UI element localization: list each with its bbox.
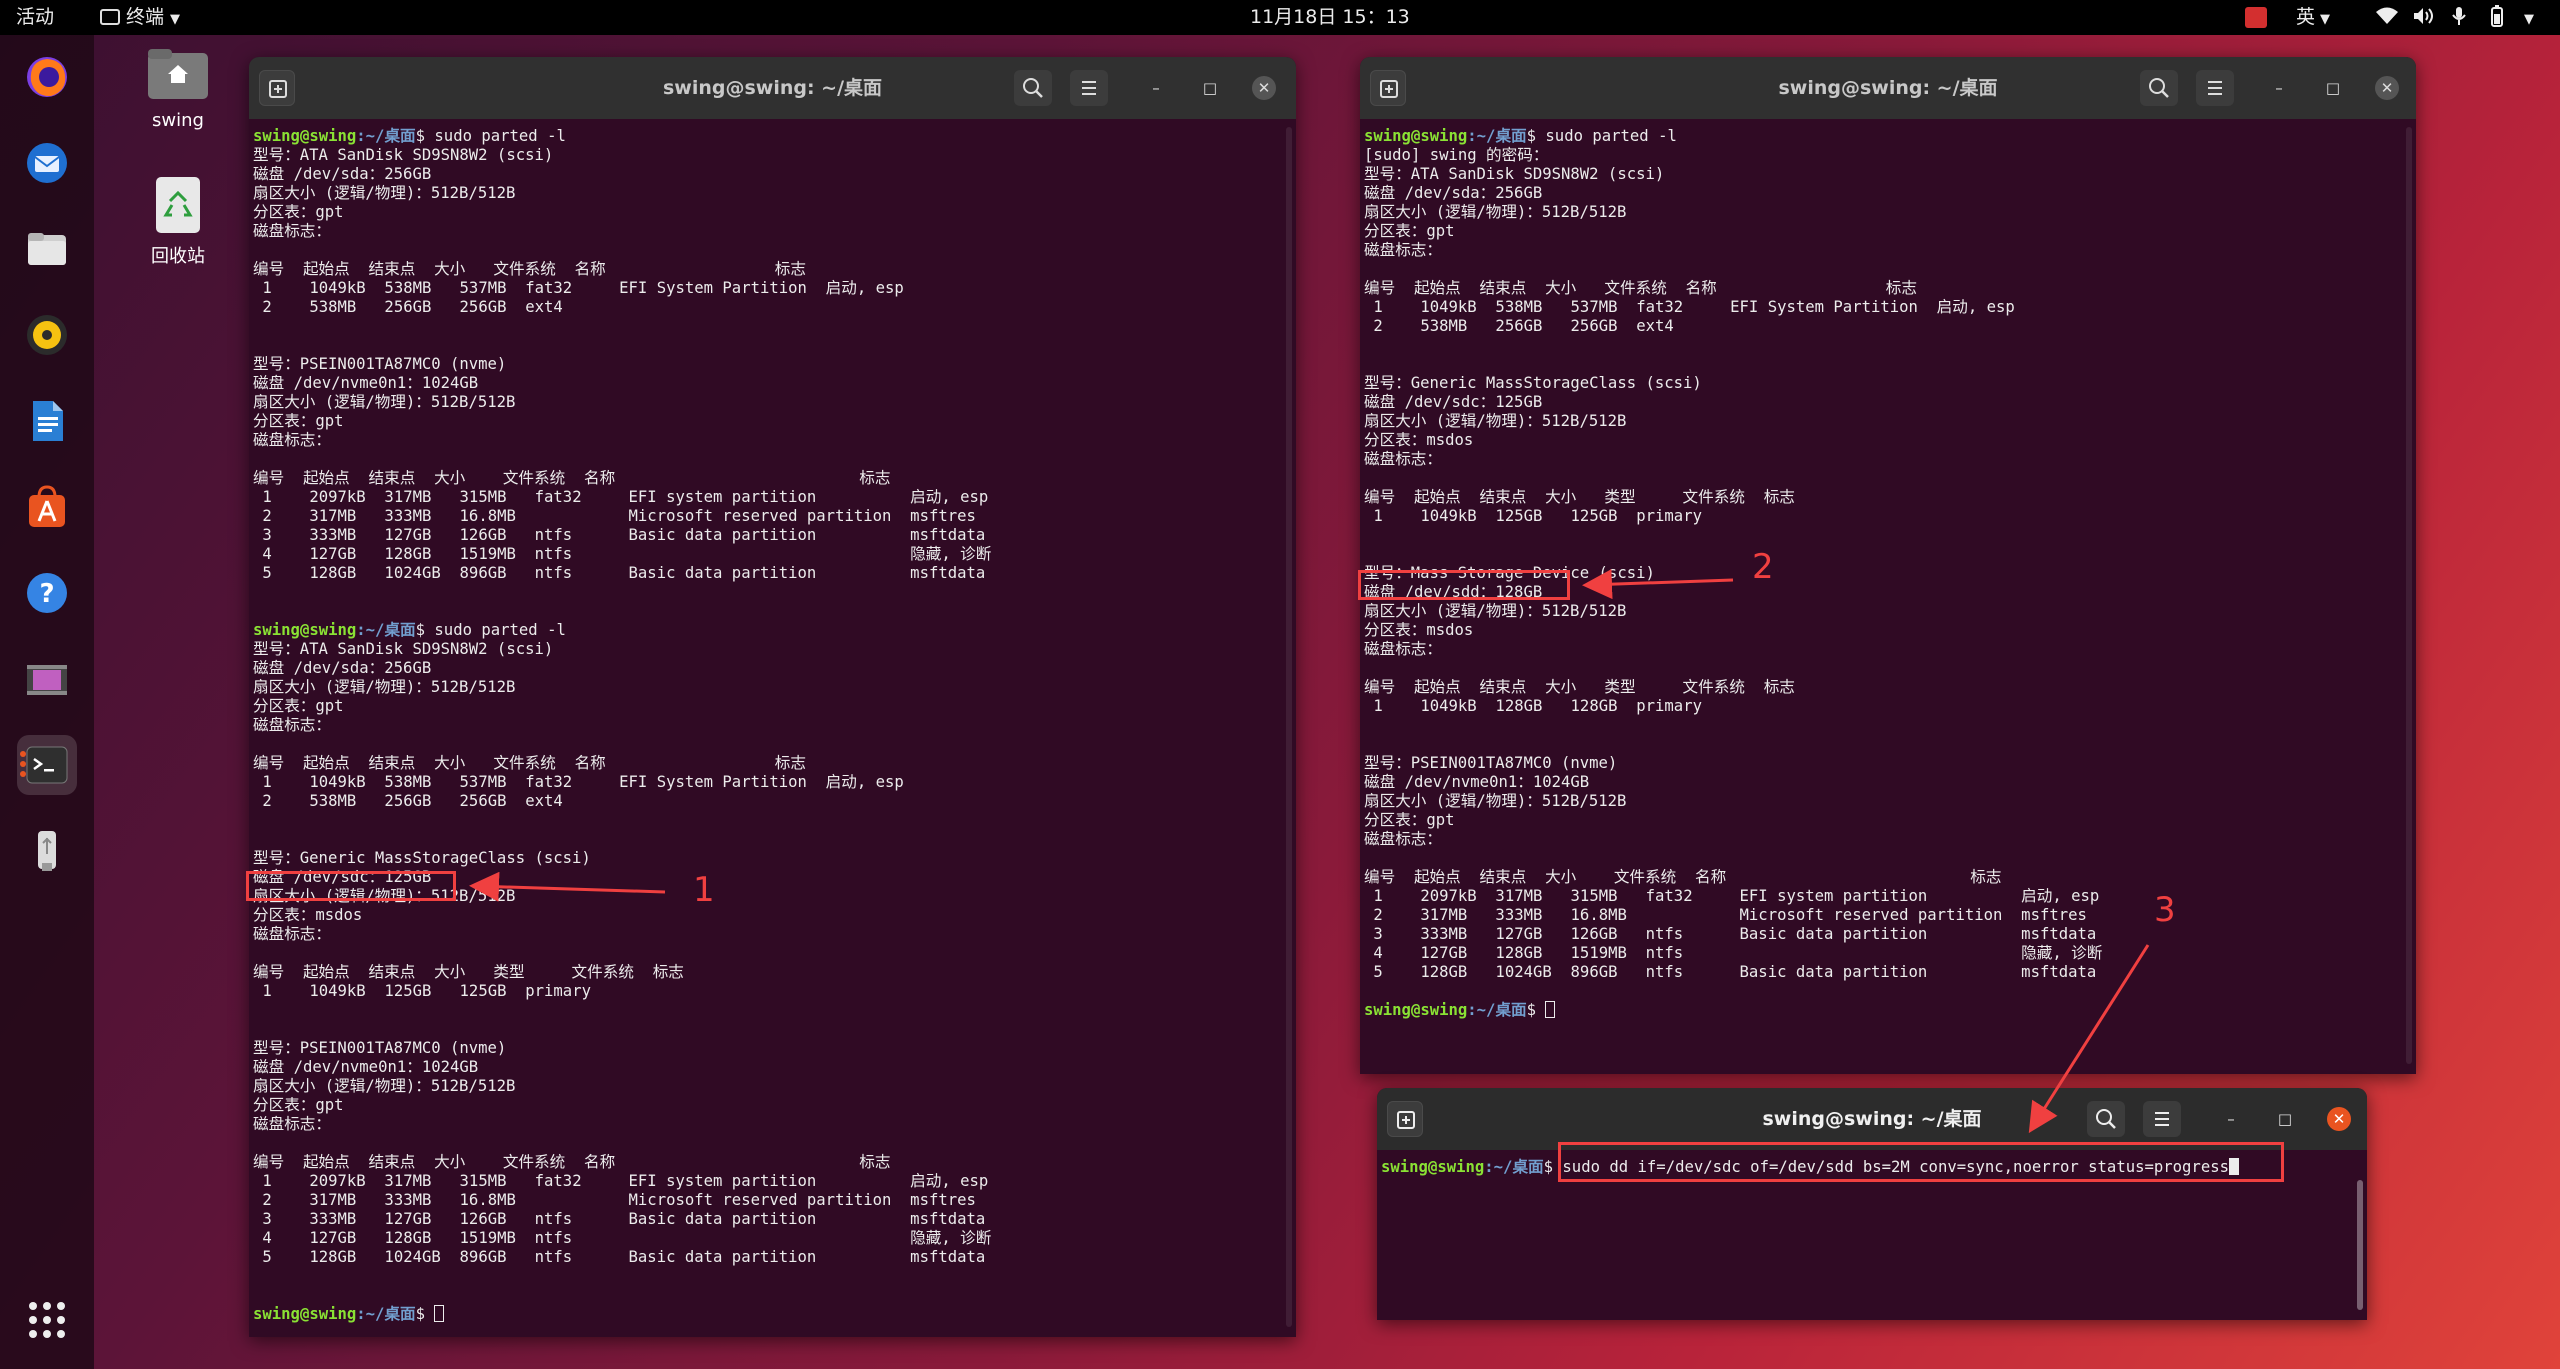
annotation-label-2: 2 bbox=[1752, 547, 1774, 587]
annotation-arrow-1 bbox=[469, 871, 666, 902]
annotation-label-3: 3 bbox=[2154, 890, 2176, 930]
annotation-arrow-2 bbox=[1582, 569, 1734, 600]
annotation-arrow-3 bbox=[2028, 944, 2150, 1134]
annotation-label-1: 1 bbox=[693, 870, 715, 910]
annotation-arrows bbox=[469, 569, 2150, 1134]
